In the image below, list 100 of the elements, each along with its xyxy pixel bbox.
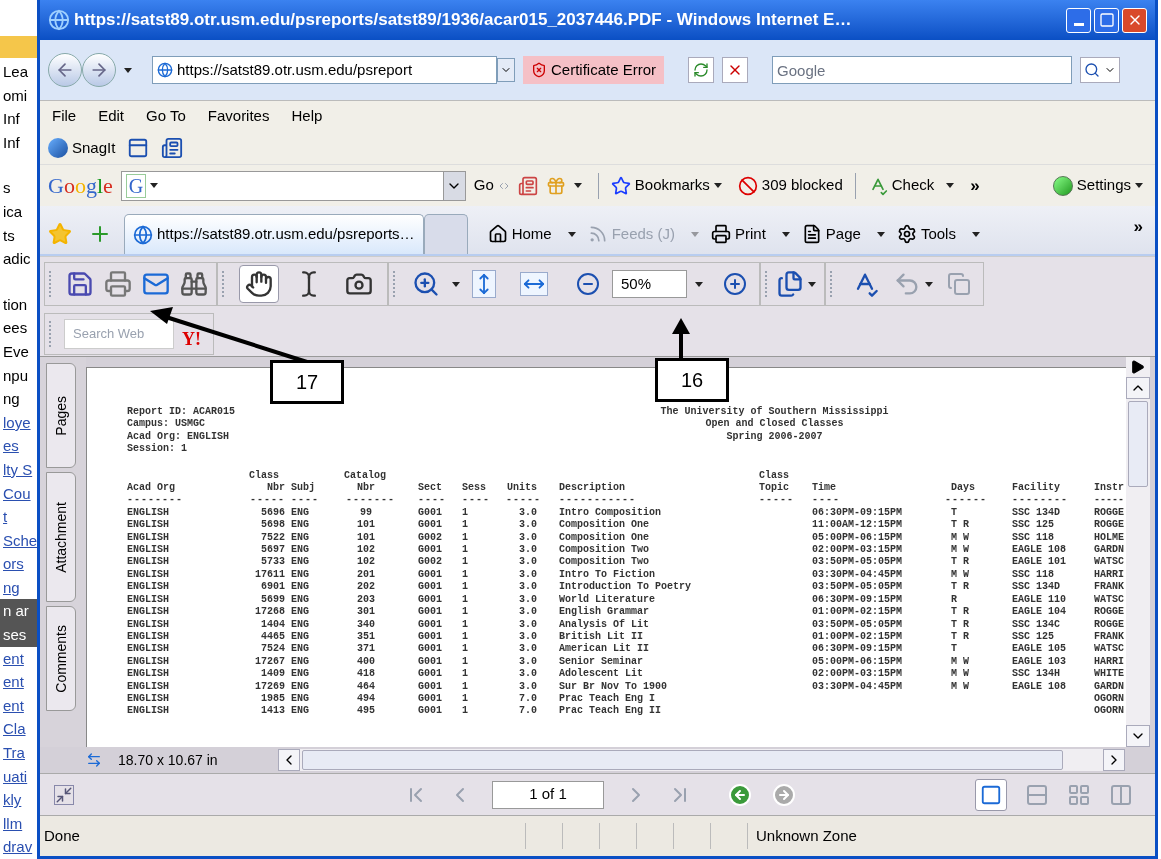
caret-icon[interactable] bbox=[925, 281, 933, 287]
side-tab[interactable]: Comments bbox=[46, 606, 76, 711]
minimize-button[interactable] bbox=[1066, 7, 1091, 33]
single-page-icon[interactable] bbox=[975, 778, 1007, 811]
menu-item[interactable]: Help bbox=[291, 105, 323, 128]
command-button[interactable]: Tools bbox=[896, 222, 980, 246]
back-button[interactable] bbox=[48, 53, 82, 87]
background-text[interactable]: drav bbox=[0, 835, 37, 859]
background-text[interactable]: Tra bbox=[0, 741, 37, 765]
fit-width-icon[interactable] bbox=[520, 272, 548, 296]
stop-button[interactable] bbox=[722, 57, 749, 83]
caret-icon[interactable] bbox=[946, 183, 955, 188]
background-text[interactable]: t bbox=[0, 505, 37, 529]
certificate-error-button[interactable]: Certificate Error bbox=[523, 56, 665, 84]
printer-icon[interactable] bbox=[104, 270, 132, 298]
side-tab[interactable]: Pages bbox=[46, 363, 76, 468]
maximize-button[interactable] bbox=[1094, 7, 1119, 33]
background-text[interactable]: es bbox=[0, 434, 37, 458]
menu-item[interactable]: Go To bbox=[146, 105, 186, 128]
scroll-right-button[interactable] bbox=[1103, 749, 1125, 771]
yahoo-logo[interactable]: Y! bbox=[182, 328, 201, 349]
news-icon[interactable] bbox=[517, 175, 538, 196]
caret-icon[interactable] bbox=[124, 67, 132, 73]
document-icon[interactable] bbox=[161, 137, 184, 159]
background-text[interactable]: ent bbox=[0, 693, 37, 718]
background-text[interactable]: loye bbox=[0, 410, 37, 435]
google-g-logo[interactable]: G bbox=[125, 173, 147, 198]
zoom-out-icon[interactable] bbox=[576, 272, 600, 296]
settings-button[interactable]: Settings bbox=[1052, 174, 1143, 197]
page-number-field[interactable]: 1 of 1 bbox=[492, 780, 604, 809]
collapse-icon[interactable] bbox=[54, 784, 74, 805]
google-search-field[interactable]: G bbox=[120, 170, 466, 201]
zoom-in-icon[interactable] bbox=[723, 272, 747, 296]
caret-icon[interactable] bbox=[1135, 183, 1143, 188]
fit-height-icon[interactable] bbox=[472, 270, 496, 298]
caret-icon[interactable] bbox=[452, 281, 460, 287]
caret-icon[interactable] bbox=[781, 231, 790, 237]
search-button[interactable] bbox=[1080, 57, 1121, 83]
background-text[interactable]: ors bbox=[0, 552, 37, 576]
menu-item[interactable]: File bbox=[52, 105, 77, 128]
browser-tab[interactable]: https://satst89.otr.usm.edu/psreports… bbox=[124, 214, 424, 254]
table-cell: FRANK bbox=[1094, 581, 1124, 593]
refresh-button[interactable] bbox=[688, 57, 715, 83]
background-text[interactable]: kly bbox=[0, 788, 37, 812]
background-text[interactable]: uati bbox=[0, 764, 37, 789]
background-text[interactable]: ng bbox=[0, 575, 37, 600]
more-chevron[interactable]: » bbox=[970, 172, 980, 199]
scrollbar-thumb[interactable] bbox=[1128, 401, 1148, 487]
address-field[interactable]: https://satst89.otr.usm.edu/psreport bbox=[152, 56, 497, 84]
background-text[interactable]: lty S bbox=[0, 457, 37, 482]
caret-icon[interactable] bbox=[567, 231, 576, 237]
table-cell: 3.0 bbox=[519, 668, 537, 680]
close-button[interactable] bbox=[1122, 7, 1147, 33]
binoculars-icon[interactable] bbox=[180, 270, 208, 298]
search-field[interactable]: Google bbox=[772, 56, 1073, 84]
more-chevron[interactable]: » bbox=[1133, 214, 1143, 240]
pages-icon[interactable] bbox=[776, 270, 804, 298]
dropdown-button[interactable] bbox=[442, 171, 465, 200]
save-icon[interactable] bbox=[66, 270, 94, 298]
spell-check-button[interactable]: Check bbox=[867, 174, 955, 197]
scroll-down-button[interactable] bbox=[1126, 725, 1150, 747]
background-text[interactable]: Cou bbox=[0, 481, 37, 506]
command-button[interactable]: Print bbox=[711, 222, 790, 246]
back-icon[interactable] bbox=[728, 782, 752, 807]
caret-icon[interactable] bbox=[713, 183, 722, 188]
caret-icon[interactable] bbox=[808, 281, 816, 287]
search-icon bbox=[1084, 62, 1101, 78]
background-text[interactable]: ent bbox=[0, 670, 37, 694]
search-web-field[interactable]: Search Web bbox=[64, 318, 174, 349]
side-tab[interactable]: Attachment bbox=[46, 472, 76, 602]
scroll-left-button[interactable] bbox=[278, 749, 300, 771]
zoom-field[interactable]: 50% bbox=[612, 270, 687, 298]
window-icon[interactable] bbox=[127, 137, 150, 159]
menu-item[interactable]: Favorites bbox=[207, 105, 270, 128]
bookmarks-button[interactable]: Bookmarks bbox=[610, 174, 722, 197]
command-button[interactable]: Page bbox=[801, 222, 885, 246]
background-text[interactable]: ent bbox=[0, 646, 37, 671]
go-button[interactable]: Go bbox=[473, 174, 494, 197]
background-text[interactable]: Cla bbox=[0, 717, 37, 742]
caret-icon[interactable] bbox=[573, 183, 582, 188]
forward-button[interactable] bbox=[82, 53, 116, 87]
snagit-button[interactable]: SnagIt bbox=[48, 136, 116, 160]
scroll-up-button[interactable] bbox=[1126, 377, 1150, 399]
popup-blocker-button[interactable]: 309 blocked bbox=[737, 174, 843, 197]
caret-icon[interactable] bbox=[695, 281, 703, 287]
tool-button[interactable] bbox=[239, 265, 279, 303]
split-icon[interactable] bbox=[86, 752, 102, 768]
scrollbar-thumb[interactable] bbox=[302, 750, 1063, 770]
favorites-star-icon[interactable] bbox=[48, 222, 72, 246]
pane-toggle-icon[interactable] bbox=[1131, 360, 1145, 374]
caret-icon[interactable] bbox=[150, 183, 159, 188]
address-dropdown-button[interactable] bbox=[497, 58, 515, 82]
background-text[interactable]: llm bbox=[0, 811, 37, 836]
caret-icon[interactable] bbox=[876, 231, 885, 237]
menu-item[interactable]: Edit bbox=[98, 105, 125, 128]
caret-icon[interactable] bbox=[971, 231, 980, 237]
zoom-in-icon[interactable] bbox=[412, 270, 440, 298]
command-button[interactable]: Home bbox=[487, 222, 576, 246]
background-text[interactable]: Sche bbox=[0, 528, 37, 553]
callout-label: 17 bbox=[270, 360, 344, 404]
